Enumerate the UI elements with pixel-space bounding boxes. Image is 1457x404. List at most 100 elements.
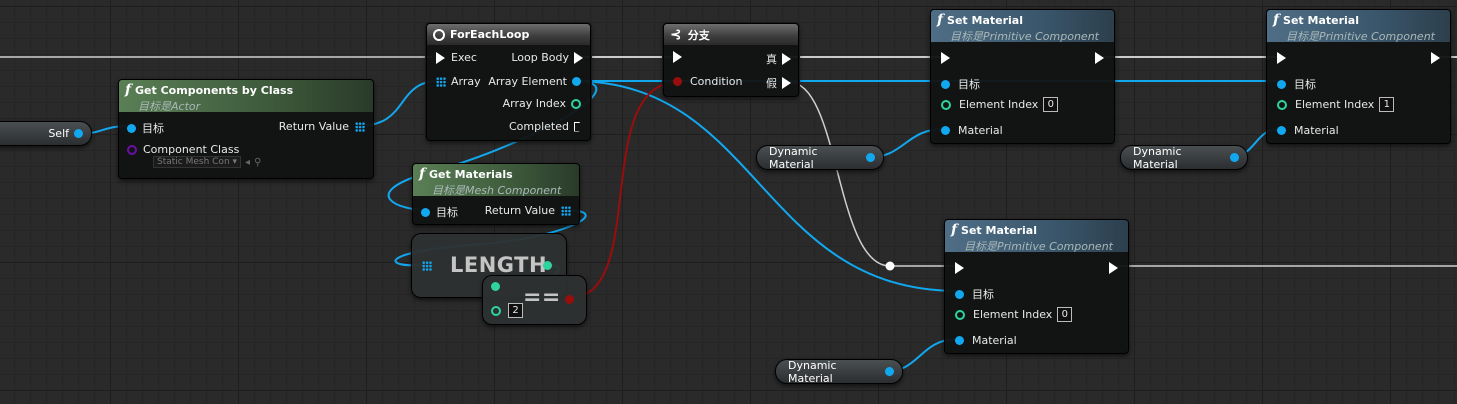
component-class-selector[interactable]: Static Mesh Con ▾ ◂ ⚲ — [149, 156, 261, 168]
exec-in-icon[interactable] — [673, 51, 682, 63]
set-material-node-3[interactable]: f Set Material 目标是Primitive Component 目标 … — [944, 219, 1129, 354]
object-pin-icon[interactable] — [885, 367, 894, 376]
set-material-3-exec-in[interactable] — [955, 262, 964, 274]
object-pin-icon[interactable] — [572, 77, 581, 86]
set-material-2-title: Set Material — [1283, 14, 1359, 27]
loop-icon — [433, 28, 445, 41]
bool-pin-icon[interactable] — [673, 77, 682, 86]
set-material-2-element-index-pin[interactable]: Element Index 1 — [1277, 97, 1395, 112]
element-index-field[interactable]: 1 — [1379, 97, 1395, 112]
exec-out-icon[interactable] — [782, 77, 791, 89]
int-pin-icon[interactable] — [955, 309, 965, 320]
get-materials-return-pin[interactable]: Return Value — [485, 204, 571, 217]
element-index-label: Element Index — [1295, 98, 1375, 111]
set-material-node-2[interactable]: f Set Material 目标是Primitive Component 目标 … — [1266, 9, 1451, 144]
exec-out-icon[interactable] — [1109, 262, 1118, 274]
exec-in-icon[interactable] — [955, 262, 964, 274]
exec-in-icon[interactable] — [1277, 52, 1286, 64]
object-pin-icon[interactable] — [866, 153, 875, 162]
int-pin-icon[interactable] — [491, 306, 501, 316]
dynamic-material-label: Dynamic Material — [788, 358, 837, 385]
self-node[interactable]: Self — [0, 121, 92, 146]
loop-body-label: Loop Body — [511, 51, 569, 64]
set-material-2-material-pin[interactable]: Material — [1277, 124, 1339, 137]
get-materials-node[interactable]: f Get Materials 目标是Mesh Component 目标 Retu… — [412, 163, 580, 225]
set-material-1-material-pin[interactable]: Material — [941, 124, 1003, 137]
search-icon[interactable]: ⚲ — [254, 157, 261, 168]
exec-out-icon[interactable] — [574, 51, 583, 64]
exec-out-icon[interactable] — [782, 53, 791, 65]
array-pin-icon[interactable] — [355, 121, 365, 132]
exec-in-icon[interactable] — [941, 52, 950, 64]
exec-out-icon[interactable] — [1431, 52, 1440, 64]
get-components-class-pin[interactable]: Component Class — [127, 143, 239, 156]
set-material-1-exec-out[interactable] — [1095, 52, 1104, 64]
equals-node[interactable]: == 2 — [482, 275, 587, 325]
branch-node[interactable]: ⊰ 分支 Condition 真 假 — [663, 23, 799, 97]
object-pin-icon[interactable] — [1277, 126, 1286, 135]
int-pin-icon[interactable] — [571, 98, 581, 109]
material-label: Material — [1294, 124, 1339, 137]
target-pin-icon[interactable] — [1277, 79, 1286, 89]
target-pin-icon[interactable] — [421, 207, 430, 217]
foreach-array-pin[interactable]: Array — [436, 75, 481, 88]
arrow-left-icon[interactable]: ◂ — [245, 157, 250, 168]
exec-in-icon[interactable] — [436, 51, 445, 64]
bool-pin-icon[interactable] — [565, 295, 574, 304]
target-pin-icon[interactable] — [955, 289, 964, 299]
set-material-2-exec-in[interactable] — [1277, 52, 1286, 64]
foreach-loop-body-pin[interactable]: Loop Body — [511, 51, 583, 64]
set-material-node-1[interactable]: f Set Material 目标是Primitive Component 目标 … — [930, 9, 1115, 144]
set-material-1-element-index-pin[interactable]: Element Index 0 — [941, 97, 1059, 112]
branch-title: 分支 — [687, 28, 710, 42]
dynamic-material-node-1[interactable]: Dynamic Material — [756, 145, 884, 171]
class-pin-icon[interactable] — [127, 144, 137, 155]
set-material-2-exec-out[interactable] — [1431, 52, 1440, 64]
target-pin-icon[interactable] — [941, 79, 950, 89]
foreach-exec-pin[interactable]: Exec — [436, 51, 477, 64]
foreach-array-element-pin[interactable]: Array Element — [488, 75, 581, 88]
get-components-by-class-node[interactable]: f Get Components by Class 目标是Actor 目标 Ret… — [118, 79, 374, 179]
object-pin-icon[interactable] — [941, 126, 950, 135]
int-pin-icon[interactable] — [941, 99, 951, 110]
exec-out-hollow-icon[interactable] — [574, 122, 583, 132]
set-material-3-element-index-pin[interactable]: Element Index 0 — [955, 307, 1073, 322]
int-pin-icon[interactable] — [491, 282, 500, 291]
set-material-2-target-pin[interactable]: 目标 — [1277, 76, 1316, 92]
foreach-completed-pin[interactable]: Completed — [509, 120, 583, 133]
dynamic-material-node-2[interactable]: Dynamic Material — [1120, 145, 1248, 171]
equals-value-field[interactable]: 2 — [508, 303, 523, 318]
component-class-combo[interactable]: Static Mesh Con ▾ — [153, 156, 242, 168]
set-material-1-header: f Set Material 目标是Primitive Component — [931, 10, 1114, 43]
int-pin-icon[interactable] — [543, 261, 552, 270]
set-material-1-target-pin[interactable]: 目标 — [941, 76, 980, 92]
foreach-loop-node[interactable]: ForEachLoop Exec Array Loop Body Array E… — [426, 23, 591, 141]
get-materials-target-pin[interactable]: 目标 — [421, 204, 458, 220]
get-components-return-pin[interactable]: Return Value — [279, 120, 365, 133]
foreach-array-index-pin[interactable]: Array Index — [503, 97, 581, 110]
get-materials-title: Get Materials — [429, 168, 513, 181]
array-pin-icon[interactable] — [561, 205, 571, 216]
set-material-3-exec-out[interactable] — [1109, 262, 1118, 274]
target-pin-icon[interactable] — [127, 123, 136, 133]
branch-condition-pin[interactable]: Condition — [673, 75, 743, 88]
get-components-title: Get Components by Class — [135, 84, 294, 97]
dynamic-material-node-3[interactable]: Dynamic Material — [775, 358, 903, 385]
element-index-field[interactable]: 0 — [1043, 97, 1059, 112]
element-index-field[interactable]: 0 — [1057, 307, 1073, 322]
object-pin-icon[interactable] — [1230, 153, 1239, 162]
branch-exec-in-pin[interactable] — [673, 51, 682, 63]
set-material-1-exec-in[interactable] — [941, 52, 950, 64]
int-pin-icon[interactable] — [1277, 99, 1287, 110]
array-pin-icon[interactable] — [422, 261, 432, 271]
component-class-value: Static Mesh Con — [157, 157, 230, 167]
self-output-pin[interactable] — [74, 129, 83, 138]
branch-false-pin[interactable]: 假 — [766, 75, 791, 91]
array-pin-icon[interactable] — [436, 76, 446, 87]
set-material-3-target-pin[interactable]: 目标 — [955, 286, 994, 302]
set-material-3-material-pin[interactable]: Material — [955, 334, 1017, 347]
branch-true-pin[interactable]: 真 — [766, 51, 791, 67]
get-components-target-pin[interactable]: 目标 — [127, 120, 164, 136]
exec-out-icon[interactable] — [1095, 52, 1104, 64]
object-pin-icon[interactable] — [955, 336, 964, 345]
